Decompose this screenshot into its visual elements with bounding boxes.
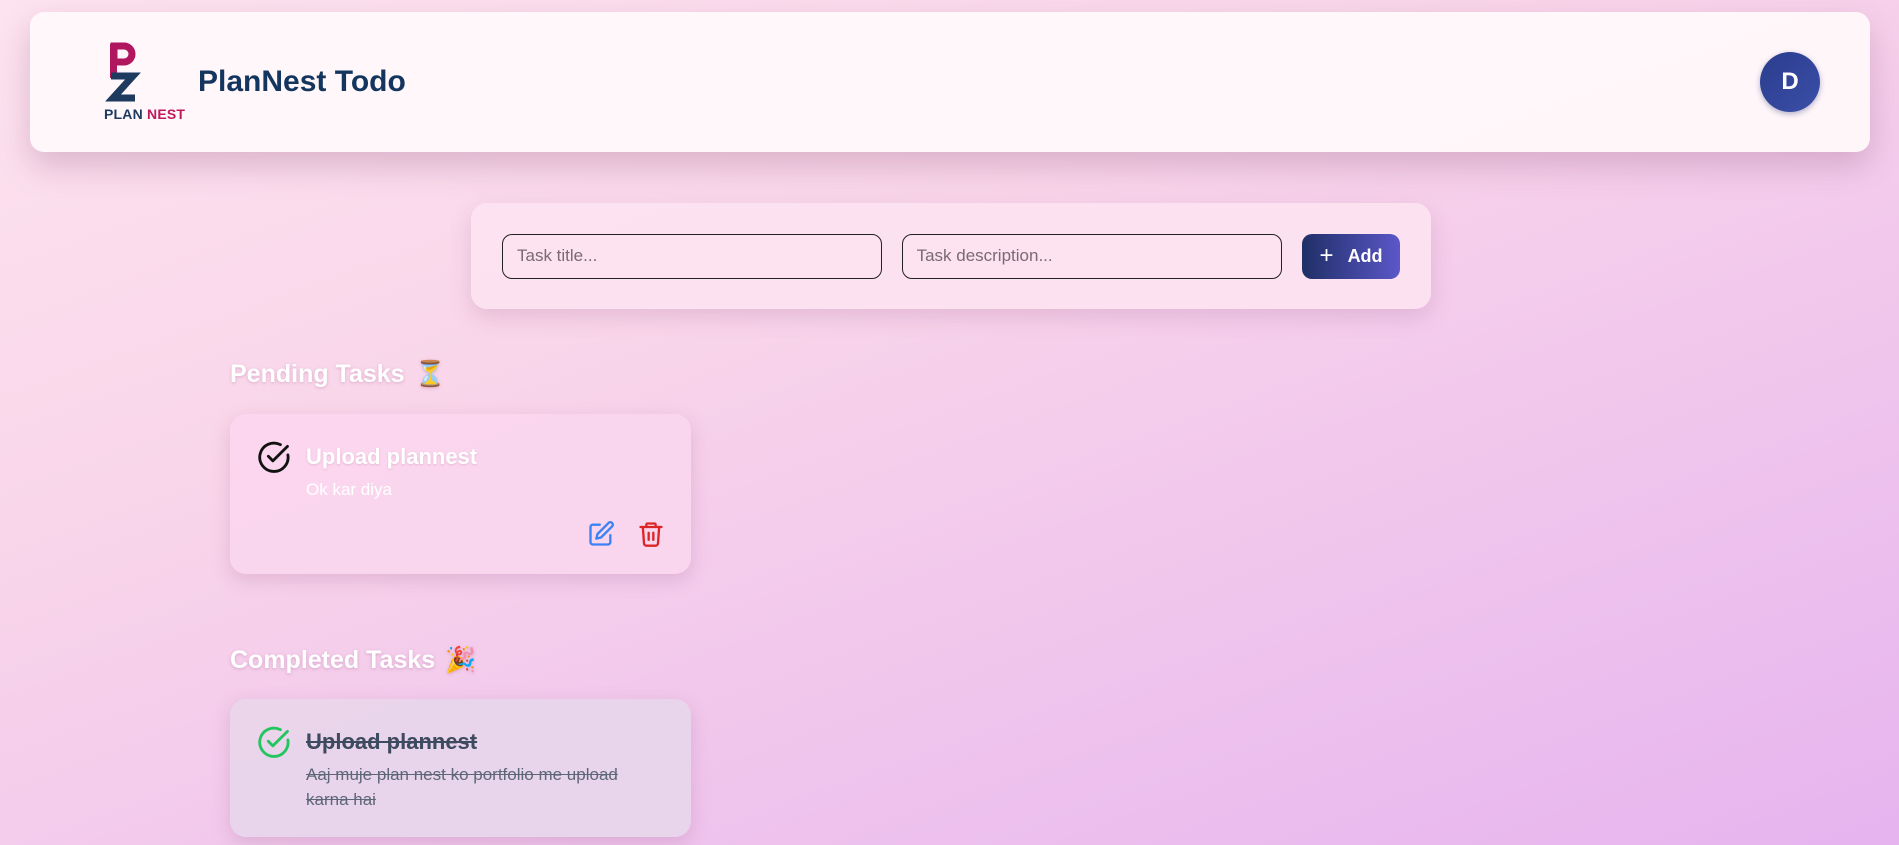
trash-icon[interactable] (637, 520, 665, 548)
completed-task-description: Aaj muje plan nest ko portfolio me uploa… (306, 765, 618, 809)
pending-heading-text: Pending Tasks (230, 360, 405, 388)
pending-task-card: Upload plannest Ok kar diya (230, 414, 691, 574)
user-avatar[interactable]: D (1760, 52, 1820, 112)
top-navbar: PLAN NEST PlanNest Todo D (30, 12, 1870, 152)
task-actions (587, 520, 665, 548)
completed-task-title: Upload plannest (306, 729, 478, 754)
add-task-button[interactable]: + Add (1302, 233, 1400, 279)
pending-task-title: Upload plannest (306, 444, 478, 469)
completed-heading-text: Completed Tasks (230, 646, 436, 674)
task-title-input[interactable] (502, 233, 882, 279)
plannest-logo[interactable]: PLAN NEST (94, 42, 194, 122)
check-circle-icon[interactable] (257, 725, 291, 759)
completed-tasks-heading: Completed Tasks 🎉 (230, 646, 476, 675)
party-popper-icon: 🎉 (445, 646, 477, 674)
add-button-label: Add (1347, 245, 1383, 266)
task-description-input[interactable] (901, 233, 1283, 279)
completed-task-card: Upload plannest Aaj muje plan nest ko po… (230, 699, 691, 837)
plannest-logo-mark (105, 42, 141, 102)
pending-task-description: Ok kar diya (306, 480, 392, 499)
pending-tasks-heading: Pending Tasks ⏳ (230, 360, 446, 389)
hourglass-icon: ⏳ (414, 360, 446, 388)
logo-wordmark: PLAN NEST (104, 106, 186, 122)
plus-icon: + (1319, 242, 1334, 269)
app-title: PlanNest Todo (198, 65, 406, 98)
edit-icon[interactable] (587, 520, 615, 548)
check-circle-icon[interactable] (257, 440, 291, 474)
add-task-form: + Add (471, 203, 1431, 309)
